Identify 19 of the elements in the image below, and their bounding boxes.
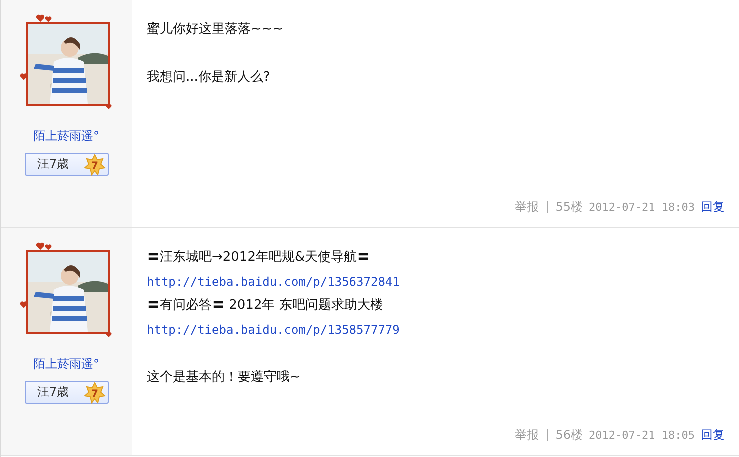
floor-number: 56楼 (556, 426, 584, 444)
post-text: 〓有问必答〓 2012年 东吧问题求助大楼 (147, 297, 384, 315)
post-time: 2012-07-21 18:03 (589, 200, 695, 214)
post-link[interactable]: http://tieba.baidu.com/p/1356372841 (147, 275, 400, 289)
post-text: 〓汪东城吧→2012年吧规&天使导航〓 (147, 249, 372, 267)
post-text: 这个是基本的！要遵守哦~ (147, 369, 302, 387)
post-time: 2012-07-21 18:05 (589, 428, 695, 442)
username-link[interactable]: 陌上菸雨遥° (34, 128, 100, 145)
badge-label: 汪7歳 (38, 384, 70, 401)
level-star-icon: 7 (84, 382, 106, 404)
post-text: 我想问...你是新人么? (147, 69, 272, 87)
level-star-icon: 7 (84, 154, 106, 176)
reply-link[interactable]: 回复 (701, 198, 725, 216)
badge-label: 汪7歳 (38, 156, 70, 173)
post-text: 蜜儿你好这里落落~~~ (147, 21, 285, 39)
post-link[interactable]: http://tieba.baidu.com/p/1358577779 (147, 323, 400, 337)
reply-link[interactable]: 回复 (701, 426, 725, 444)
username-link[interactable]: 陌上菸雨遥° (34, 356, 100, 373)
floor-number: 55楼 (556, 198, 584, 216)
